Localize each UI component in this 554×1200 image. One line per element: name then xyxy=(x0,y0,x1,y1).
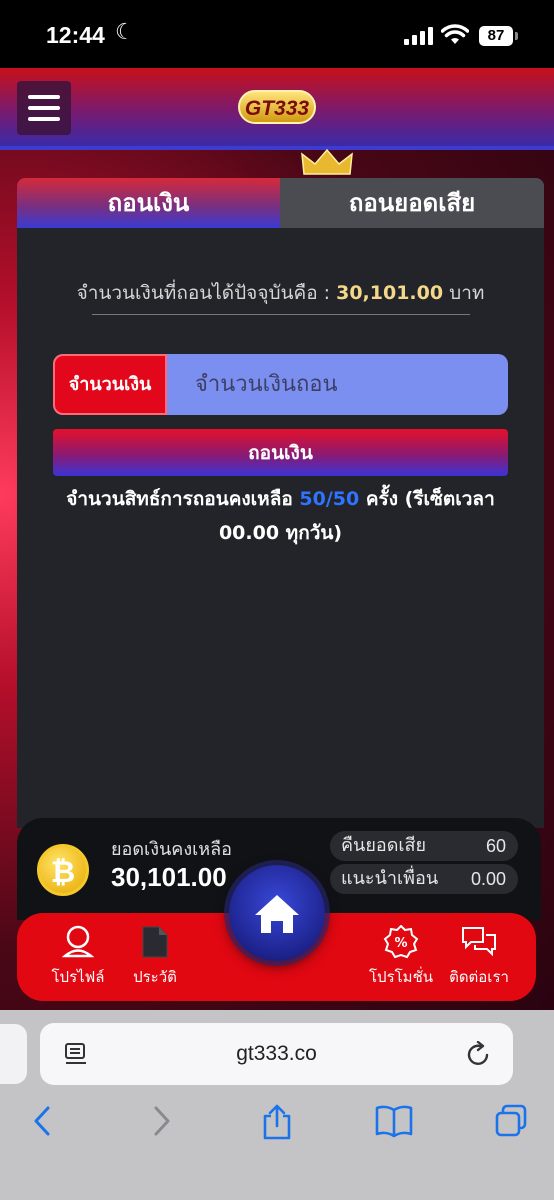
bookmarks-icon[interactable] xyxy=(375,1104,413,1138)
share-icon[interactable] xyxy=(261,1104,293,1140)
home-button[interactable] xyxy=(229,865,325,961)
cashback-pill[interactable]: คืนยอดเสีย 60 xyxy=(330,831,518,861)
url-field[interactable]: gt333.co xyxy=(40,1023,513,1085)
crown-icon xyxy=(301,148,353,175)
nav-item-contact[interactable]: ติดต่อเรา xyxy=(439,925,519,989)
rights-count: 50/50 xyxy=(299,488,360,510)
promotion-percent-icon: % xyxy=(383,924,419,959)
cellular-signal-icon xyxy=(404,27,434,45)
available-prefix: จำนวนเงินที่ถอนได้ปัจจุบันคือ : xyxy=(76,282,331,304)
nav-label-contact: ติดต่อเรา xyxy=(449,968,509,986)
nav-label-history: ประวัติ xyxy=(133,968,177,986)
cashback-value: 60 xyxy=(485,836,506,856)
moon-icon: ☾ xyxy=(115,20,135,45)
previous-tab-stub[interactable] xyxy=(0,1024,27,1084)
withdraw-rights-text: จำนวนสิทธ์การถอนคงเหลือ 50/50 ครั้ง (รีเ… xyxy=(37,482,524,550)
url-text: gt333.co xyxy=(236,1042,317,1065)
browser-url-area: gt333.co xyxy=(0,1010,554,1090)
battery-icon: 87 xyxy=(479,26,518,46)
bitcoin-coin-icon: ₿ xyxy=(37,844,89,896)
tab-withdraw[interactable]: ถอนเงิน xyxy=(17,178,280,228)
home-icon xyxy=(255,895,299,933)
nav-item-promotion[interactable]: % โปรโมชั่น xyxy=(361,924,441,989)
status-time: 12:44 xyxy=(46,22,105,48)
chat-bubbles-icon xyxy=(462,927,496,957)
hamburger-menu-icon[interactable] xyxy=(17,81,71,135)
app-header: GT333 xyxy=(0,68,554,150)
divider xyxy=(92,314,470,315)
browser-toolbar xyxy=(0,1090,554,1200)
forward-icon[interactable] xyxy=(150,1104,174,1138)
back-icon[interactable] xyxy=(30,1104,54,1138)
reload-icon[interactable] xyxy=(467,1041,491,1067)
svg-text:%: % xyxy=(394,936,407,951)
balance-label: ยอดเงินคงเหลือ xyxy=(111,839,232,860)
cashback-label: คืนยอดเสีย xyxy=(341,835,427,856)
logo-text: GT333 xyxy=(238,90,316,124)
wifi-icon xyxy=(441,24,469,44)
amount-label: จำนวนเงิน xyxy=(53,354,167,415)
tabs-icon[interactable] xyxy=(494,1104,528,1138)
referral-label: แนะนำเพื่อน xyxy=(341,868,439,889)
withdraw-button[interactable]: ถอนเงิน xyxy=(53,429,508,476)
nav-label-promotion: โปรโมชั่น xyxy=(368,968,433,986)
available-amount-text: จำนวนเงินที่ถอนได้ปัจจุบันคือ : 30,101.0… xyxy=(17,278,544,308)
available-unit: บาท xyxy=(449,282,485,304)
referral-pill[interactable]: แนะนำเพื่อน 0.00 xyxy=(330,864,518,894)
status-bar: 12:44 ☾ 87 xyxy=(0,0,554,68)
balance-value: 30,101.00 xyxy=(111,862,227,892)
profile-icon xyxy=(61,925,95,958)
rights-prefix: จำนวนสิทธ์การถอนคงเหลือ xyxy=(66,488,293,510)
available-amount: 30,101.00 xyxy=(336,282,444,304)
withdraw-card: ถอนเงิน ถอนยอดเสีย จำนวนเงินที่ถอนได้ปัจ… xyxy=(17,178,544,828)
amount-input-row: จำนวนเงิน xyxy=(53,354,508,415)
amount-input[interactable] xyxy=(167,354,508,415)
history-document-icon xyxy=(142,926,168,958)
referral-value: 0.00 xyxy=(470,869,506,889)
nav-item-history[interactable]: ประวัติ xyxy=(115,925,195,989)
nav-label-profile: โปรไฟล์ xyxy=(51,968,105,986)
nav-item-profile[interactable]: โปรไฟล์ xyxy=(38,925,118,989)
tab-withdraw-loss[interactable]: ถอนยอดเสีย xyxy=(280,178,544,228)
gt333-logo[interactable]: GT333 xyxy=(238,90,316,124)
